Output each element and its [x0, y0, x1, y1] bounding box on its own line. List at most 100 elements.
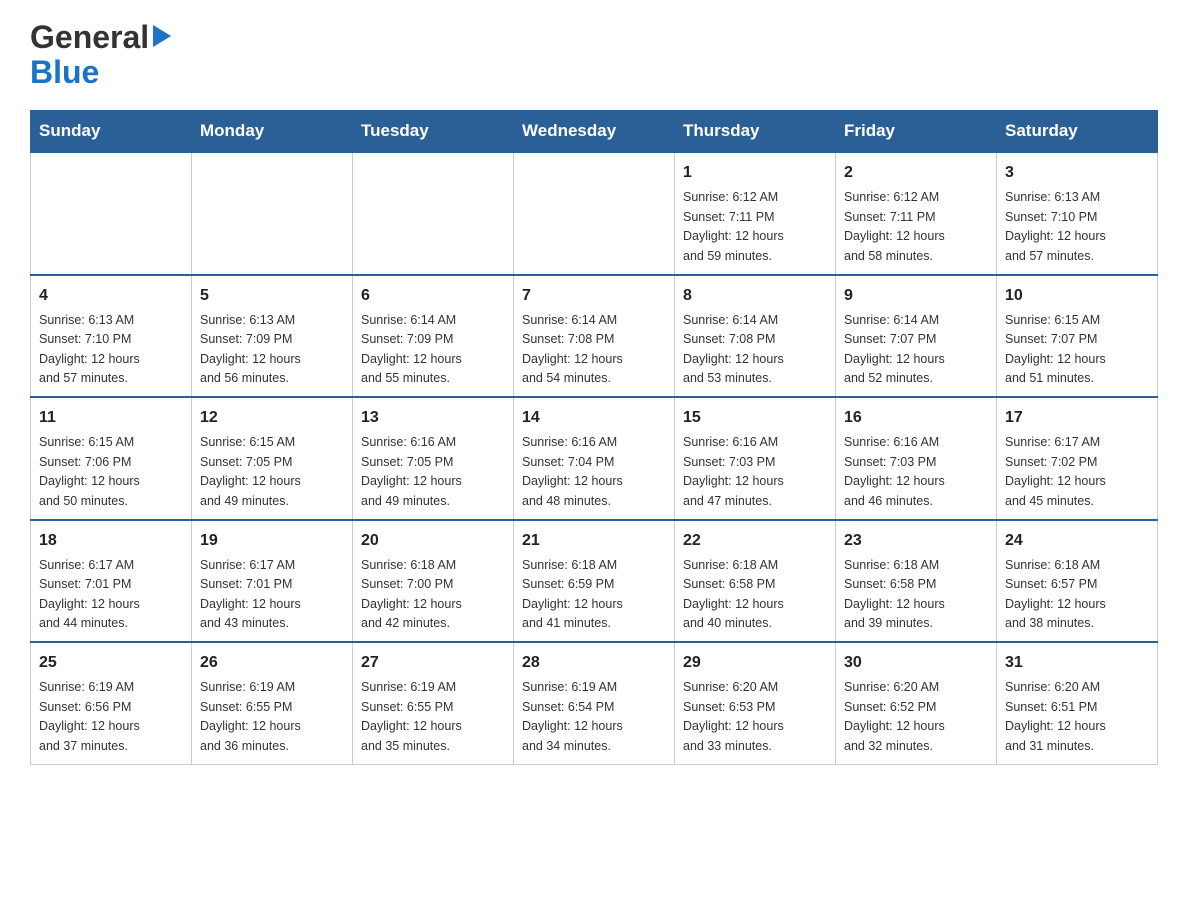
day-info: Sunrise: 6:13 AM Sunset: 7:10 PM Dayligh… [39, 311, 183, 389]
day-number: 15 [683, 406, 827, 430]
week-row: 25 Sunrise: 6:19 AM Sunset: 6:56 PM Dayli… [31, 642, 1158, 764]
calendar-cell: 5 Sunrise: 6:13 AM Sunset: 7:09 PM Daylig… [192, 275, 353, 398]
day-info: Sunrise: 6:15 AM Sunset: 7:07 PM Dayligh… [1005, 311, 1149, 389]
day-info: Sunrise: 6:18 AM Sunset: 6:57 PM Dayligh… [1005, 556, 1149, 634]
weekday-header: Sunday [31, 111, 192, 153]
calendar-cell [31, 152, 192, 275]
page-header: General Blue [30, 20, 1158, 90]
day-number: 16 [844, 406, 988, 430]
day-info: Sunrise: 6:20 AM Sunset: 6:52 PM Dayligh… [844, 678, 988, 756]
day-number: 28 [522, 651, 666, 675]
day-info: Sunrise: 6:19 AM Sunset: 6:55 PM Dayligh… [361, 678, 505, 756]
day-number: 3 [1005, 161, 1149, 185]
calendar-cell: 12 Sunrise: 6:15 AM Sunset: 7:05 PM Dayli… [192, 397, 353, 520]
day-info: Sunrise: 6:14 AM Sunset: 7:09 PM Dayligh… [361, 311, 505, 389]
logo: General Blue [30, 20, 171, 90]
calendar-cell: 18 Sunrise: 6:17 AM Sunset: 7:01 PM Dayli… [31, 520, 192, 643]
day-info: Sunrise: 6:13 AM Sunset: 7:09 PM Dayligh… [200, 311, 344, 389]
calendar-cell [514, 152, 675, 275]
day-info: Sunrise: 6:20 AM Sunset: 6:51 PM Dayligh… [1005, 678, 1149, 756]
logo-line1: General [30, 20, 171, 55]
calendar-cell: 24 Sunrise: 6:18 AM Sunset: 6:57 PM Dayli… [997, 520, 1158, 643]
calendar-cell: 3 Sunrise: 6:13 AM Sunset: 7:10 PM Daylig… [997, 152, 1158, 275]
day-number: 21 [522, 529, 666, 553]
day-number: 6 [361, 284, 505, 308]
weekday-header: Wednesday [514, 111, 675, 153]
day-number: 24 [1005, 529, 1149, 553]
day-info: Sunrise: 6:18 AM Sunset: 7:00 PM Dayligh… [361, 556, 505, 634]
day-number: 9 [844, 284, 988, 308]
calendar-cell: 21 Sunrise: 6:18 AM Sunset: 6:59 PM Dayli… [514, 520, 675, 643]
day-info: Sunrise: 6:17 AM Sunset: 7:01 PM Dayligh… [39, 556, 183, 634]
week-row: 11 Sunrise: 6:15 AM Sunset: 7:06 PM Dayli… [31, 397, 1158, 520]
day-number: 23 [844, 529, 988, 553]
day-info: Sunrise: 6:16 AM Sunset: 7:03 PM Dayligh… [844, 433, 988, 511]
calendar-cell: 20Sunrise: 6:18 AM Sunset: 7:00 PM Dayli… [353, 520, 514, 643]
day-info: Sunrise: 6:20 AM Sunset: 6:53 PM Dayligh… [683, 678, 827, 756]
day-info: Sunrise: 6:15 AM Sunset: 7:05 PM Dayligh… [200, 433, 344, 511]
logo-general-text: General [30, 20, 149, 55]
calendar-cell: 28Sunrise: 6:19 AM Sunset: 6:54 PM Dayli… [514, 642, 675, 764]
day-number: 25 [39, 651, 183, 675]
calendar-cell: 2Sunrise: 6:12 AM Sunset: 7:11 PM Daylig… [836, 152, 997, 275]
calendar-cell: 7 Sunrise: 6:14 AM Sunset: 7:08 PM Daylig… [514, 275, 675, 398]
day-number: 22 [683, 529, 827, 553]
day-info: Sunrise: 6:19 AM Sunset: 6:55 PM Dayligh… [200, 678, 344, 756]
day-info: Sunrise: 6:14 AM Sunset: 7:08 PM Dayligh… [683, 311, 827, 389]
day-info: Sunrise: 6:18 AM Sunset: 6:59 PM Dayligh… [522, 556, 666, 634]
calendar-cell: 26 Sunrise: 6:19 AM Sunset: 6:55 PM Dayli… [192, 642, 353, 764]
logo-blue-text: Blue [30, 55, 99, 90]
day-info: Sunrise: 6:18 AM Sunset: 6:58 PM Dayligh… [844, 556, 988, 634]
day-info: Sunrise: 6:17 AM Sunset: 7:02 PM Dayligh… [1005, 433, 1149, 511]
calendar-cell: 29Sunrise: 6:20 AM Sunset: 6:53 PM Dayli… [675, 642, 836, 764]
day-number: 31 [1005, 651, 1149, 675]
calendar-cell [353, 152, 514, 275]
day-number: 4 [39, 284, 183, 308]
day-info: Sunrise: 6:16 AM Sunset: 7:03 PM Dayligh… [683, 433, 827, 511]
calendar-cell: 31 Sunrise: 6:20 AM Sunset: 6:51 PM Dayli… [997, 642, 1158, 764]
day-info: Sunrise: 6:19 AM Sunset: 6:56 PM Dayligh… [39, 678, 183, 756]
calendar-cell: 1 Sunrise: 6:12 AM Sunset: 7:11 PM Daylig… [675, 152, 836, 275]
calendar-table: SundayMondayTuesdayWednesdayThursdayFrid… [30, 110, 1158, 765]
logo-arrow-icon [153, 25, 171, 47]
day-number: 18 [39, 529, 183, 553]
day-number: 7 [522, 284, 666, 308]
calendar-cell: 17 Sunrise: 6:17 AM Sunset: 7:02 PM Dayli… [997, 397, 1158, 520]
day-info: Sunrise: 6:17 AM Sunset: 7:01 PM Dayligh… [200, 556, 344, 634]
calendar-cell: 30Sunrise: 6:20 AM Sunset: 6:52 PM Dayli… [836, 642, 997, 764]
weekday-header: Tuesday [353, 111, 514, 153]
calendar-cell: 15 Sunrise: 6:16 AM Sunset: 7:03 PM Dayli… [675, 397, 836, 520]
calendar-cell: 8 Sunrise: 6:14 AM Sunset: 7:08 PM Daylig… [675, 275, 836, 398]
day-info: Sunrise: 6:14 AM Sunset: 7:07 PM Dayligh… [844, 311, 988, 389]
day-number: 8 [683, 284, 827, 308]
day-info: Sunrise: 6:15 AM Sunset: 7:06 PM Dayligh… [39, 433, 183, 511]
day-number: 1 [683, 161, 827, 185]
calendar-cell [192, 152, 353, 275]
weekday-header: Saturday [997, 111, 1158, 153]
calendar-cell: 11 Sunrise: 6:15 AM Sunset: 7:06 PM Dayli… [31, 397, 192, 520]
calendar-cell: 27 Sunrise: 6:19 AM Sunset: 6:55 PM Dayli… [353, 642, 514, 764]
calendar-cell: 19Sunrise: 6:17 AM Sunset: 7:01 PM Dayli… [192, 520, 353, 643]
calendar-cell: 14Sunrise: 6:16 AM Sunset: 7:04 PM Dayli… [514, 397, 675, 520]
calendar-cell: 10Sunrise: 6:15 AM Sunset: 7:07 PM Dayli… [997, 275, 1158, 398]
day-info: Sunrise: 6:13 AM Sunset: 7:10 PM Dayligh… [1005, 188, 1149, 266]
day-info: Sunrise: 6:12 AM Sunset: 7:11 PM Dayligh… [683, 188, 827, 266]
calendar-cell: 22Sunrise: 6:18 AM Sunset: 6:58 PM Dayli… [675, 520, 836, 643]
day-info: Sunrise: 6:16 AM Sunset: 7:04 PM Dayligh… [522, 433, 666, 511]
calendar-cell: 25 Sunrise: 6:19 AM Sunset: 6:56 PM Dayli… [31, 642, 192, 764]
week-row: 4 Sunrise: 6:13 AM Sunset: 7:10 PM Daylig… [31, 275, 1158, 398]
day-info: Sunrise: 6:14 AM Sunset: 7:08 PM Dayligh… [522, 311, 666, 389]
day-number: 5 [200, 284, 344, 308]
calendar-cell: 16 Sunrise: 6:16 AM Sunset: 7:03 PM Dayli… [836, 397, 997, 520]
calendar-cell: 4 Sunrise: 6:13 AM Sunset: 7:10 PM Daylig… [31, 275, 192, 398]
day-info: Sunrise: 6:12 AM Sunset: 7:11 PM Dayligh… [844, 188, 988, 266]
weekday-header: Thursday [675, 111, 836, 153]
day-number: 11 [39, 406, 183, 430]
week-row: 18 Sunrise: 6:17 AM Sunset: 7:01 PM Dayli… [31, 520, 1158, 643]
week-row: 1 Sunrise: 6:12 AM Sunset: 7:11 PM Daylig… [31, 152, 1158, 275]
day-number: 12 [200, 406, 344, 430]
weekday-header: Friday [836, 111, 997, 153]
day-number: 26 [200, 651, 344, 675]
day-number: 17 [1005, 406, 1149, 430]
day-number: 27 [361, 651, 505, 675]
